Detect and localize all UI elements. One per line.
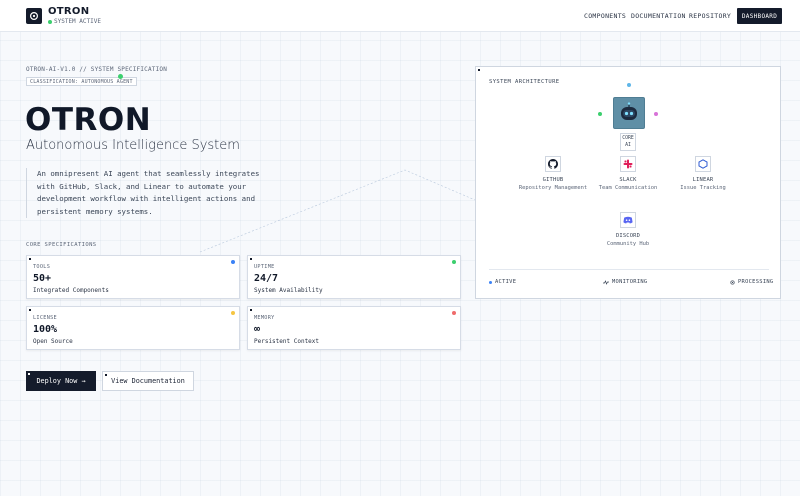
spec-value: 50+ xyxy=(33,273,52,284)
orbit-dot-icon xyxy=(598,112,602,116)
status-active-label: ACTIVE xyxy=(495,279,517,285)
orbit-dot-icon xyxy=(654,112,658,116)
spec-indicator-icon xyxy=(452,311,456,315)
nav-link-repository[interactable]: REPOSITORY xyxy=(689,12,731,20)
spec-label: UPTIME xyxy=(254,264,275,270)
monitoring-pulse-icon xyxy=(603,279,609,285)
spec-card-license: LICENSE 100% Open Source xyxy=(26,306,240,350)
spec-card-tools: TOOLS 50+ Integrated Components xyxy=(26,255,240,299)
hero-subtitle: Autonomous Intelligence System xyxy=(26,138,240,153)
spec-label: LICENSE xyxy=(33,315,57,321)
hero-description: An omnipresent AI agent that seamlessly … xyxy=(26,168,266,218)
spec-label: TOOLS xyxy=(33,264,51,270)
service-desc-github: Repository Management xyxy=(518,185,588,191)
active-dot-icon xyxy=(489,280,492,284)
status-processing: PROCESSING xyxy=(730,279,773,285)
processing-gear-icon xyxy=(730,279,735,285)
spec-description: Persistent Context xyxy=(254,338,320,345)
spec-label: MEMORY xyxy=(254,315,275,321)
system-status: SYSTEM ACTIVE xyxy=(48,18,101,25)
service-name-discord: DISCORD xyxy=(615,233,641,239)
status-processing-label: PROCESSING xyxy=(738,279,774,285)
spec-description: Integrated Components xyxy=(33,287,109,294)
service-desc-discord: Community Hub xyxy=(606,241,650,247)
spec-card-memory: MEMORY ∞ Persistent Context xyxy=(247,306,461,350)
service-name-slack: SLACK xyxy=(619,177,637,183)
service-name-github: GITHUB xyxy=(542,177,564,183)
spec-value: ∞ xyxy=(254,324,261,335)
hero-title: OTRON xyxy=(25,102,152,138)
classification-indicator-icon xyxy=(118,74,123,79)
view-documentation-label: View Documentation xyxy=(111,377,185,385)
dashboard-button[interactable]: DASHBOARD xyxy=(737,8,782,24)
status-dot-icon xyxy=(48,19,52,24)
card-corner-marker xyxy=(250,258,252,260)
button-corner-marker xyxy=(105,374,107,376)
spec-value: 100% xyxy=(33,324,58,335)
architecture-divider xyxy=(489,269,769,270)
spec-description: Open Source xyxy=(33,338,73,345)
status-active: ACTIVE xyxy=(489,279,516,285)
system-status-label: SYSTEM ACTIVE xyxy=(54,18,101,25)
linear-icon[interactable] xyxy=(695,156,711,172)
deploy-now-label: Deploy Now → xyxy=(36,377,86,385)
nav-link-documentation[interactable]: DOCUMENTATION xyxy=(631,12,686,20)
system-architecture-panel: SYSTEM ARCHITECTURE CORE AI GITHUB Repos… xyxy=(475,66,781,299)
view-documentation-button[interactable]: View Documentation xyxy=(102,371,194,391)
slack-icon[interactable] xyxy=(620,156,636,172)
deploy-now-button[interactable]: Deploy Now → xyxy=(26,371,96,391)
spec-indicator-icon xyxy=(452,260,456,264)
spec-value: 24/7 xyxy=(254,273,279,284)
core-ai-robot-icon[interactable] xyxy=(613,97,645,129)
core-specifications-label: CORE SPECIFICATIONS xyxy=(26,242,97,248)
spec-card-uptime: UPTIME 24/7 System Availability xyxy=(247,255,461,299)
logo-icon[interactable] xyxy=(26,8,42,24)
card-corner-marker xyxy=(29,309,31,311)
spec-indicator-icon xyxy=(231,260,235,264)
nav-link-components[interactable]: COMPONENTS xyxy=(584,12,626,20)
spec-meta-line: OTRON-AI-V1.0 // SYSTEM SPECIFICATION xyxy=(26,66,168,73)
card-corner-marker xyxy=(29,258,31,260)
top-navigation-bar: OTRON SYSTEM ACTIVE COMPONENTS DOCUMENTA… xyxy=(0,0,800,32)
service-desc-slack: Team Communication xyxy=(598,185,658,191)
brand-title: OTRON xyxy=(48,6,90,17)
service-name-linear: LINEAR xyxy=(692,177,714,183)
architecture-title: SYSTEM ARCHITECTURE xyxy=(489,79,560,85)
service-desc-linear: Issue Tracking xyxy=(680,185,726,191)
github-icon[interactable] xyxy=(545,156,561,172)
status-monitoring: MONITORING xyxy=(603,279,647,285)
panel-corner-marker xyxy=(478,69,480,71)
button-corner-marker xyxy=(28,373,30,375)
orbit-dot-icon xyxy=(627,83,631,87)
status-monitoring-label: MONITORING xyxy=(612,279,648,285)
core-ai-label: CORE AI xyxy=(620,133,636,151)
discord-icon[interactable] xyxy=(620,212,636,228)
spec-indicator-icon xyxy=(231,311,235,315)
card-corner-marker xyxy=(250,309,252,311)
spec-description: System Availability xyxy=(254,287,323,294)
